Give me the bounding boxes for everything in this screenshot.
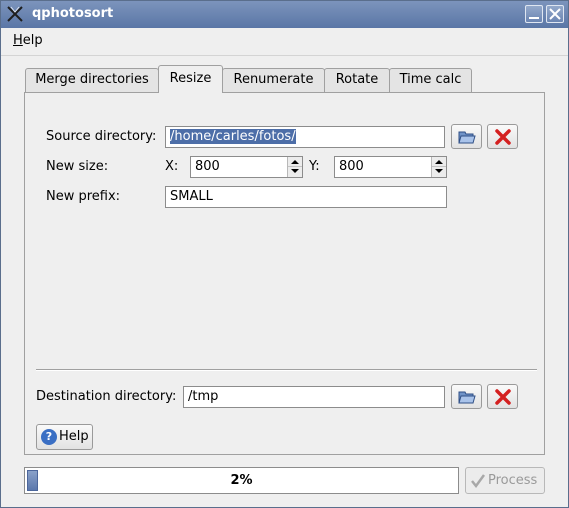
new-size-label: New size: xyxy=(46,159,109,174)
source-clear-button[interactable] xyxy=(487,124,518,149)
tab-time-calc[interactable]: Time calc xyxy=(389,68,472,92)
destination-directory-input[interactable]: /tmp xyxy=(183,386,445,408)
arrow-up-icon xyxy=(291,160,299,164)
app-icon xyxy=(7,6,23,22)
destination-directory-value: /tmp xyxy=(188,389,219,404)
menu-help[interactable]: Help xyxy=(13,33,43,48)
open-folder-icon xyxy=(458,391,476,404)
open-folder-icon xyxy=(458,131,476,144)
tab-merge-directories[interactable]: Merge directories xyxy=(25,68,159,92)
help-button-label: Help xyxy=(59,429,89,444)
menu-bar: Help xyxy=(1,28,568,56)
progress-text: 2% xyxy=(230,473,253,488)
y-size-spinbox[interactable]: 800 xyxy=(334,156,447,178)
x-spin-arrows xyxy=(287,157,302,177)
red-x-icon xyxy=(495,129,511,145)
y-label: Y: xyxy=(309,159,320,174)
process-button[interactable]: Process xyxy=(465,467,545,494)
y-spin-arrows xyxy=(431,157,446,177)
progress-bar: 2% xyxy=(24,467,459,494)
x-spin-down-button[interactable] xyxy=(288,167,302,177)
arrow-down-icon xyxy=(291,169,299,173)
x-spin-up-button[interactable] xyxy=(288,157,302,167)
tab-label: Resize xyxy=(169,71,212,86)
tab-label: Rotate xyxy=(335,72,379,87)
new-prefix-input[interactable]: SMALL xyxy=(165,186,447,208)
minimize-button[interactable] xyxy=(525,5,543,23)
title-bar[interactable]: qphotosort xyxy=(1,1,568,28)
tab-label: Merge directories xyxy=(35,72,149,87)
source-directory-input[interactable]: /home/carles/fotos/ xyxy=(165,126,445,148)
arrow-down-icon xyxy=(435,169,443,173)
separator xyxy=(36,369,537,371)
x-size-spinbox[interactable]: 800 xyxy=(190,156,303,178)
tab-resize[interactable]: Resize xyxy=(158,65,223,93)
process-button-label: Process xyxy=(488,473,538,488)
menu-help-mnemonic: H xyxy=(13,33,23,48)
tab-rotate[interactable]: Rotate xyxy=(324,68,390,92)
source-directory-value: /home/carles/fotos/ xyxy=(170,129,296,144)
new-prefix-value: SMALL xyxy=(170,189,213,204)
red-x-icon xyxy=(495,389,511,405)
close-icon xyxy=(549,8,561,20)
help-button[interactable]: ? Help xyxy=(36,424,93,450)
source-browse-button[interactable] xyxy=(451,124,482,149)
app-window: qphotosort Help Merge directories Resize… xyxy=(0,0,569,508)
window-title: qphotosort xyxy=(32,6,114,21)
tab-label: Renumerate xyxy=(233,72,314,87)
destination-clear-button[interactable] xyxy=(487,384,518,409)
tab-label: Time calc xyxy=(399,72,462,87)
minimize-icon xyxy=(529,17,539,19)
arrow-up-icon xyxy=(435,160,443,164)
y-spin-down-button[interactable] xyxy=(432,167,446,177)
close-button[interactable] xyxy=(546,5,564,23)
tab-renumerate[interactable]: Renumerate xyxy=(222,68,325,92)
destination-browse-button[interactable] xyxy=(451,384,482,409)
destination-directory-label: Destination directory: xyxy=(36,389,177,404)
menu-help-rest: elp xyxy=(22,33,43,48)
source-directory-label: Source directory: xyxy=(46,129,157,144)
y-size-value: 800 xyxy=(339,159,364,174)
x-size-value: 800 xyxy=(195,159,220,174)
y-spin-up-button[interactable] xyxy=(432,157,446,167)
new-prefix-label: New prefix: xyxy=(46,189,121,204)
check-icon xyxy=(471,474,486,489)
question-icon: ? xyxy=(41,429,57,445)
x-label: X: xyxy=(165,159,179,174)
